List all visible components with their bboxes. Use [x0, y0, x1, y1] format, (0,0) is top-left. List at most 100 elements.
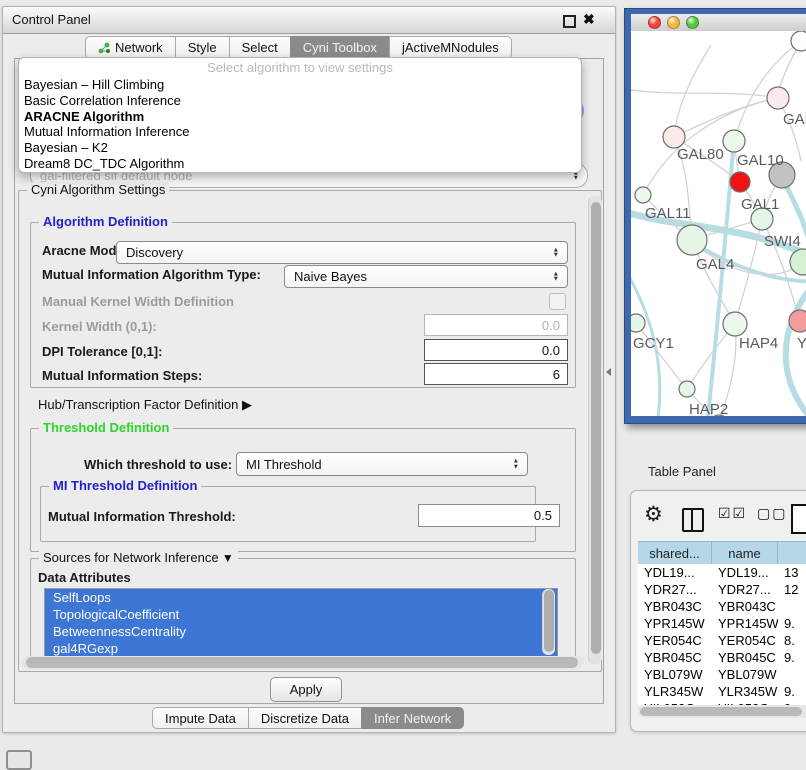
table-row[interactable]: YDR27...YDR27...12: [638, 581, 806, 598]
network-node[interactable]: [677, 225, 707, 255]
network-window-titlebar: [631, 14, 806, 32]
network-edge: [674, 98, 778, 137]
tab-select[interactable]: Select: [229, 36, 291, 59]
network-node[interactable]: [663, 126, 685, 148]
kernel-width-label: Kernel Width (0,1):: [42, 319, 157, 334]
column-header-name[interactable]: name: [712, 542, 778, 565]
column-header-shared[interactable]: shared...: [638, 542, 712, 565]
network-node[interactable]: [767, 87, 789, 109]
network-node[interactable]: [789, 310, 806, 332]
mi-threshold-group-title: MI Threshold Definition: [49, 478, 201, 493]
which-threshold-combobox[interactable]: MI Threshold: [236, 452, 528, 476]
mi-threshold-field[interactable]: 0.5: [418, 504, 560, 527]
network-node[interactable]: [679, 381, 695, 397]
tab-infer-network[interactable]: Infer Network: [361, 707, 464, 729]
gear-icon[interactable]: [644, 502, 663, 527]
zoom-traffic-light-icon[interactable]: [686, 16, 699, 29]
control-panel-title: Control Panel: [12, 7, 91, 33]
attribute-item-topologicalcoefficient[interactable]: TopologicalCoefficient: [45, 606, 557, 623]
minimize-traffic-light-icon[interactable]: [667, 16, 680, 29]
tab-style[interactable]: Style: [175, 36, 230, 59]
table-row[interactable]: YER054CYER054C8.: [638, 632, 806, 649]
kernel-width-value: 0.0: [542, 318, 560, 333]
network-icon: [98, 42, 110, 54]
algorithm-option-bayesian-k2[interactable]: Bayesian – K2: [19, 140, 581, 156]
attributes-scrollbar[interactable]: [542, 589, 555, 655]
mi-algorithm-type-combobox[interactable]: Naive Bayes: [284, 265, 568, 288]
network-node[interactable]: [631, 314, 645, 332]
tab-network[interactable]: Network: [85, 36, 176, 59]
table-cell: 9.: [778, 684, 806, 699]
dpi-tolerance-field[interactable]: 0.0: [424, 339, 568, 361]
attribute-item-gal4rgexp[interactable]: gal4RGexp: [45, 640, 557, 657]
settings-horizontal-scrollbar[interactable]: [22, 656, 584, 669]
apply-button[interactable]: Apply: [270, 677, 342, 702]
combo-arrows-icon: [553, 271, 559, 282]
hub-transcription-section-toggle[interactable]: Hub/Transcription Factor Definition: [38, 397, 252, 413]
algorithm-option-basic-correlation-inference[interactable]: Basic Correlation Inference: [19, 93, 581, 109]
network-node[interactable]: [790, 249, 806, 275]
float-window-icon[interactable]: [563, 15, 576, 28]
unchecked-boxes-icon[interactable]: [757, 505, 787, 523]
aracne-mode-combobox[interactable]: Discovery: [116, 241, 568, 264]
algorithm-option-aracne-algorithm[interactable]: ARACNE Algorithm: [19, 109, 581, 125]
mi-threshold-group: MI Threshold Definition Mutual Informati…: [40, 486, 536, 542]
column-layout-icon[interactable]: [682, 508, 704, 532]
network-node[interactable]: [730, 172, 750, 192]
which-threshold-label: Which threshold to use:: [84, 457, 232, 472]
network-node[interactable]: [723, 130, 745, 152]
table-row[interactable]: YBL079WYBL079W: [638, 666, 806, 683]
table-cell: YDR27...: [712, 582, 778, 597]
screen: { "window": { "title": "Control Panel" }…: [0, 0, 806, 762]
algorithm-dropdown-popup: Select algorithm to view settings Bayesi…: [18, 57, 582, 173]
tab-cyni-toolbox[interactable]: Cyni Toolbox: [290, 36, 390, 59]
network-canvas[interactable]: GALGAL80GAL10GAL11GAL1SWI4GAL4GCY1HAP4YH…: [631, 31, 806, 416]
table-row[interactable]: YDL19...YDL19...13: [638, 564, 806, 581]
table-row[interactable]: YBR045CYBR045C9.: [638, 649, 806, 666]
tab-discretize-data[interactable]: Discretize Data: [248, 707, 362, 729]
algorithm-option-dream8-dc-tdc-algorithm[interactable]: Dream8 DC_TDC Algorithm: [19, 156, 581, 172]
settings-vertical-scrollbar[interactable]: [588, 196, 602, 664]
network-node[interactable]: [723, 312, 747, 336]
mi-steps-label: Mutual Information Steps:: [42, 368, 202, 383]
tab-label: jActiveMNodules: [402, 40, 499, 55]
tab-jactivemnodules[interactable]: jActiveMNodules: [389, 36, 512, 59]
algorithm-option-bayesian-hill-climbing[interactable]: Bayesian – Hill Climbing: [19, 77, 581, 93]
combo-arrows-icon: [553, 247, 559, 258]
table-panel-title: Table Panel: [648, 464, 716, 479]
column-header-item[interactable]: [778, 542, 806, 565]
panel-splitter-arrow[interactable]: [606, 368, 611, 376]
mi-threshold-value: 0.5: [534, 508, 552, 523]
checked-boxes-icon[interactable]: [718, 505, 747, 523]
attribute-item-selfloops[interactable]: SelfLoops: [45, 589, 557, 606]
network-view-window[interactable]: GALGAL80GAL10GAL11GAL1SWI4GAL4GCY1HAP4YH…: [624, 8, 806, 424]
network-node[interactable]: [635, 187, 651, 203]
cyni-algorithm-settings-group: Cyni Algorithm Settings Algorithm Defini…: [18, 190, 602, 672]
table-horizontal-scrollbar[interactable]: [638, 705, 806, 718]
node-label-gal10: GAL10: [737, 152, 784, 169]
tab-label: Network: [115, 40, 163, 55]
table-row[interactable]: YLR345WYLR345W9.: [638, 683, 806, 700]
algorithm-option-mutual-information-inference[interactable]: Mutual Information Inference: [19, 124, 581, 140]
data-attributes-list[interactable]: SelfLoopsTopologicalCoefficientBetweenne…: [44, 588, 558, 658]
cyni-algorithm-settings-title: Cyni Algorithm Settings: [27, 182, 169, 197]
network-edge: [636, 323, 687, 389]
table-row[interactable]: YPR145WYPR145W9.: [638, 615, 806, 632]
table-row[interactable]: YBR043CYBR043C: [638, 598, 806, 615]
kernel-width-field[interactable]: 0.0: [424, 314, 568, 336]
collapsed-panel-chip[interactable]: [6, 750, 32, 770]
tab-label: Impute Data: [165, 711, 236, 726]
close-traffic-light-icon[interactable]: [648, 16, 661, 29]
table-cell: 9.: [778, 616, 806, 631]
algorithm-dropdown-placeholder: Select algorithm to view settings: [19, 60, 581, 75]
document-icon[interactable]: [791, 504, 806, 534]
network-node[interactable]: [791, 31, 806, 51]
mi-threshold-label: Mutual Information Threshold:: [48, 509, 236, 524]
attribute-item-betweennesscentrality[interactable]: BetweennessCentrality: [45, 623, 557, 640]
manual-kernel-width-checkbox[interactable]: [549, 293, 566, 310]
node-label-hap4: HAP4: [739, 335, 778, 352]
sources-group-title[interactable]: Sources for Network Inference: [39, 550, 238, 565]
close-icon[interactable]: [583, 11, 595, 28]
tab-impute-data[interactable]: Impute Data: [152, 707, 249, 729]
mi-steps-field[interactable]: 6: [424, 363, 568, 385]
